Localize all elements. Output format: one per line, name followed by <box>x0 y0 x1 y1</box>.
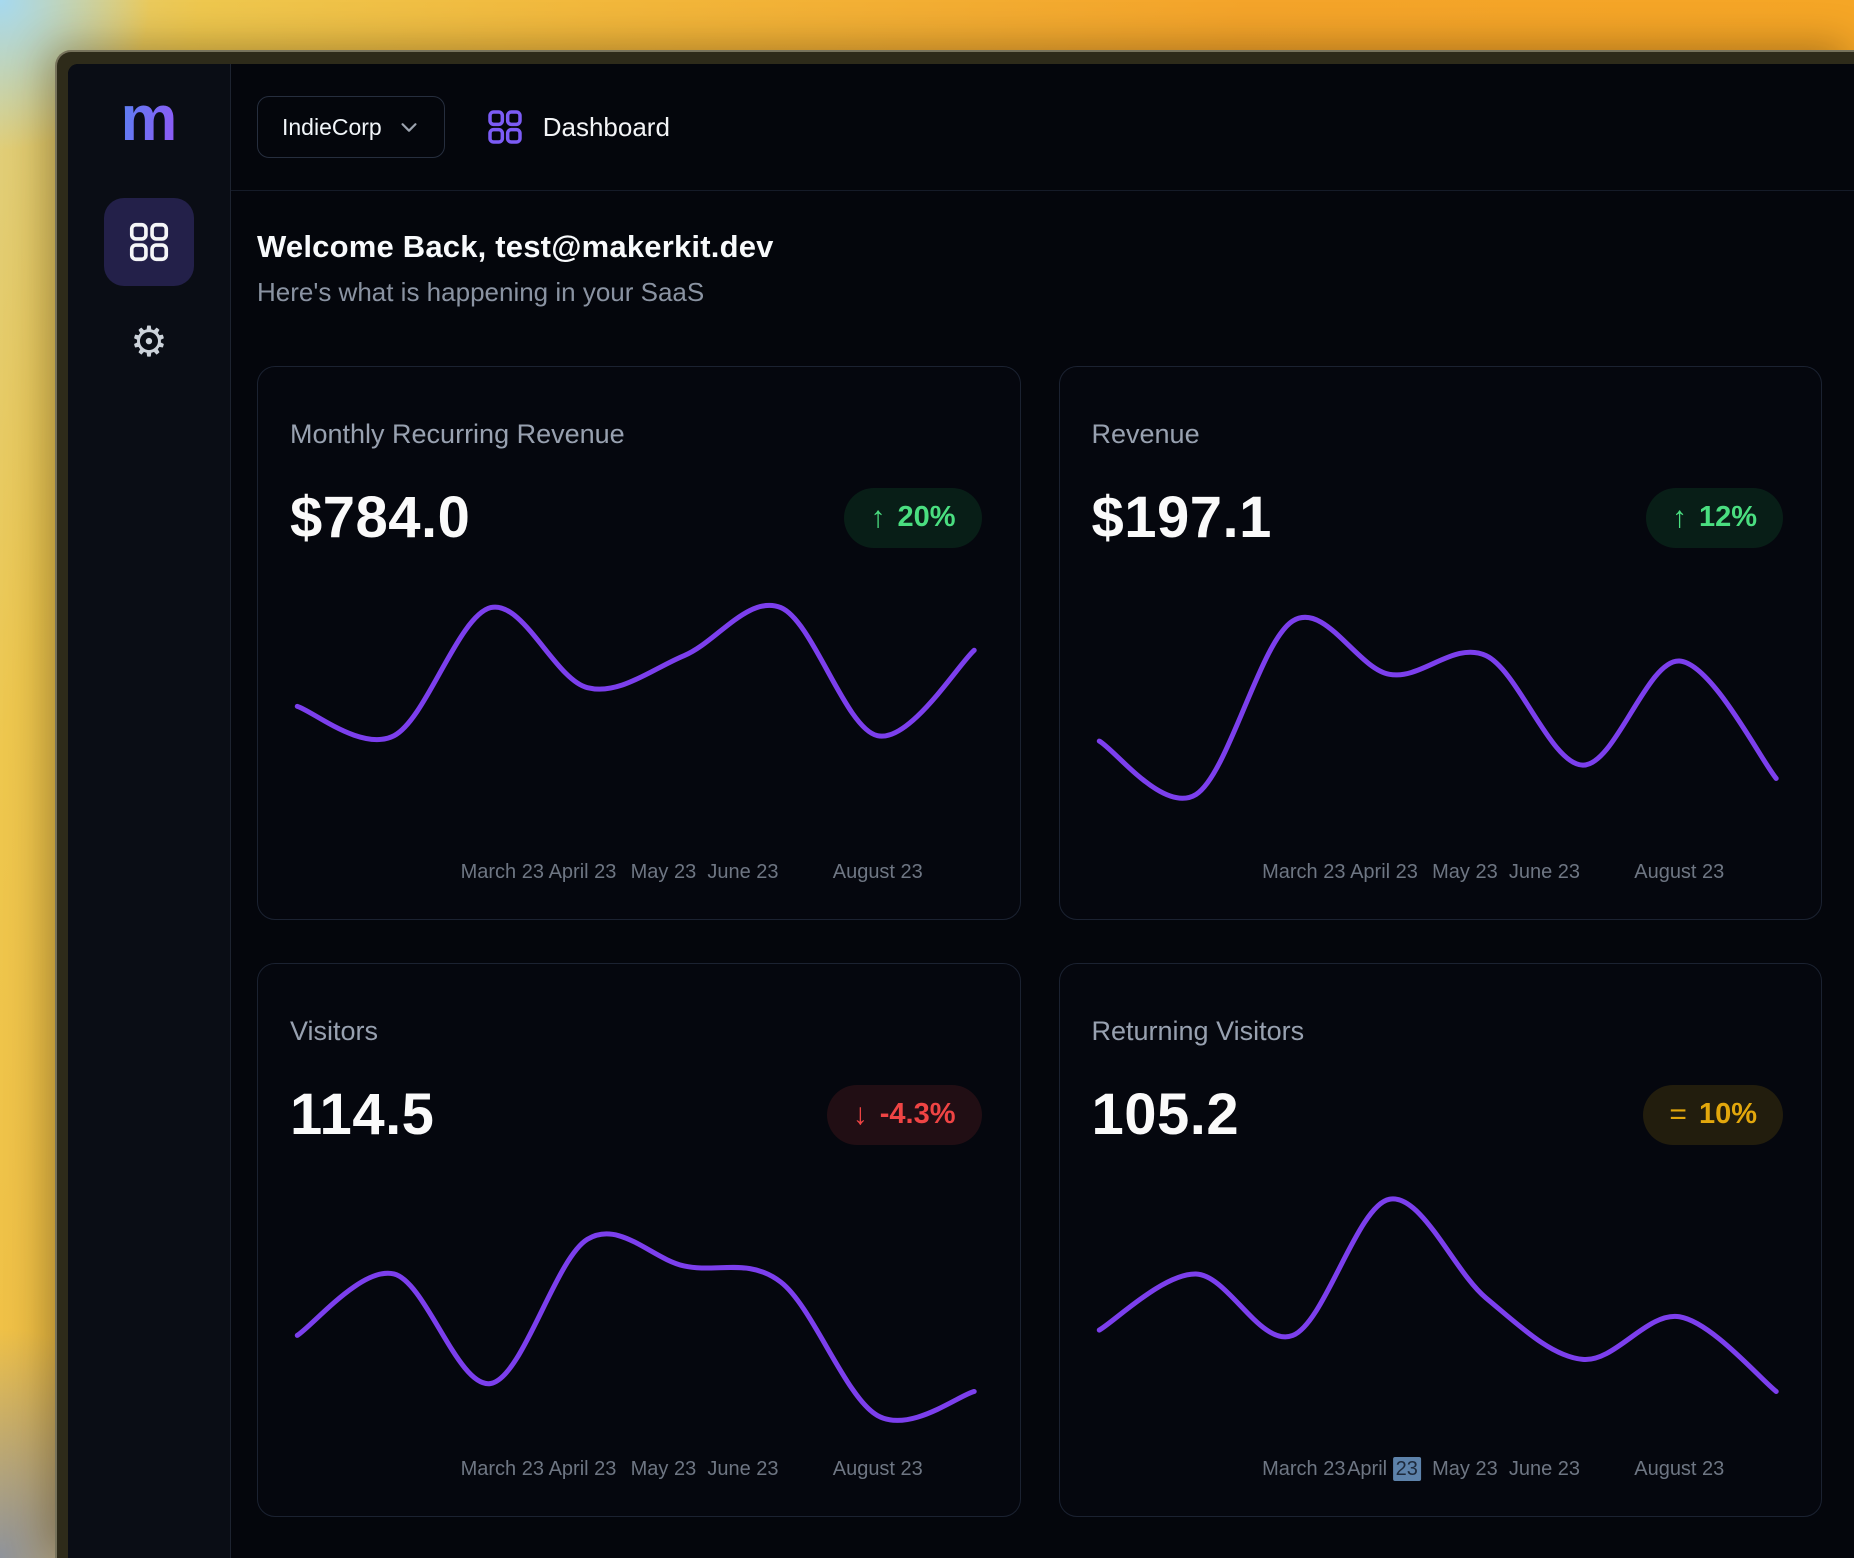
metric-card-mrr: Monthly Recurring Revenue $784.0 ↑ 20% M… <box>257 366 1021 920</box>
axis-tick-label: April 23 <box>1347 1458 1421 1481</box>
axis-tick-label: June 23 <box>707 1458 778 1481</box>
axis-tick-label: March 23 <box>1262 1458 1345 1481</box>
line-chart <box>290 1166 982 1452</box>
x-axis: March 23April 23 May 23 June 23 August 23 <box>1092 1458 1784 1488</box>
sidebar: m ⚙ <box>68 64 231 1558</box>
axis-tick-label: March 23 <box>461 861 544 884</box>
axis-tick-label: June 23 <box>707 861 778 884</box>
organization-selector[interactable]: IndieCorp <box>257 96 445 158</box>
trend-label: 20% <box>897 501 955 534</box>
welcome-subtitle: Here's what is happening in your SaaS <box>257 277 1822 308</box>
x-axis: March 23April 23 May 23 June 23 August 23 <box>290 861 982 891</box>
content: Welcome Back, test@makerkit.dev Here's w… <box>231 191 1854 1558</box>
metric-title: Monthly Recurring Revenue <box>290 419 982 450</box>
selected-text: 23 <box>1393 1457 1421 1481</box>
sidebar-item-dashboard[interactable] <box>104 198 194 286</box>
metric-value: 105.2 <box>1092 1081 1240 1148</box>
main-area: IndieCorp Dashboard Welcome Ba <box>231 64 1854 1558</box>
page-title: Dashboard <box>543 112 670 143</box>
trend-flat-icon: = <box>1669 1098 1687 1132</box>
chart-line <box>1099 617 1776 798</box>
axis-tick-label: May 23 <box>631 861 697 884</box>
trend-badge: = 10% <box>1643 1085 1783 1145</box>
metric-title: Returning Visitors <box>1092 1016 1784 1047</box>
sidebar-item-settings[interactable]: ⚙ <box>104 314 194 370</box>
welcome-heading: Welcome Back, test@makerkit.dev <box>257 229 1822 265</box>
metrics-grid: Monthly Recurring Revenue $784.0 ↑ 20% M… <box>257 366 1822 1517</box>
axis-tick-label: August 23 <box>1634 861 1724 884</box>
axis-tick-label: April 23 <box>1350 861 1418 884</box>
trend-badge: ↑ 20% <box>844 488 981 548</box>
axis-tick-label: August 23 <box>833 861 923 884</box>
axis-tick-label: March 23 <box>1262 861 1345 884</box>
metric-card-revenue: Revenue $197.1 ↑ 12% March 23April 23 May… <box>1059 366 1823 920</box>
axis-tick-label: May 23 <box>1432 1458 1498 1481</box>
metric-card-returning-visitors: Returning Visitors 105.2 = 10% March 23A… <box>1059 963 1823 1517</box>
trend-up-icon: ↑ <box>1672 501 1687 535</box>
metric-card-visitors: Visitors 114.5 ↓ -4.3% March 23April 23M… <box>257 963 1021 1517</box>
makerkit-logo: m <box>121 86 178 150</box>
dashboard-grid-icon <box>126 219 172 265</box>
axis-tick-label: August 23 <box>1634 1458 1724 1481</box>
chart-line <box>297 605 974 739</box>
trend-down-icon: ↓ <box>853 1098 868 1132</box>
dashboard-grid-icon <box>485 107 525 147</box>
trend-label: 10% <box>1699 1098 1757 1131</box>
axis-tick-label: May 23 <box>631 1458 697 1481</box>
trend-badge: ↓ -4.3% <box>827 1085 982 1145</box>
trend-up-icon: ↑ <box>870 501 885 535</box>
topbar: IndieCorp Dashboard <box>231 64 1854 191</box>
line-chart <box>1092 1166 1784 1452</box>
axis-tick-label: April 23 <box>549 861 617 884</box>
axis-tick-label: June 23 <box>1509 1458 1580 1481</box>
axis-tick-label: May 23 <box>1432 861 1498 884</box>
axis-tick-label: August 23 <box>833 1458 923 1481</box>
line-chart <box>290 569 982 855</box>
breadcrumb: Dashboard <box>485 107 670 147</box>
chart-line <box>1099 1199 1776 1392</box>
metric-value: 114.5 <box>290 1081 434 1148</box>
x-axis: March 23April 23 May 23 June 23 August 23 <box>1092 861 1784 891</box>
trend-label: 12% <box>1699 501 1757 534</box>
metric-value: $197.1 <box>1092 484 1272 551</box>
organization-name: IndieCorp <box>282 114 382 141</box>
trend-badge: ↑ 12% <box>1646 488 1783 548</box>
line-chart <box>1092 569 1784 855</box>
axis-tick-label: June 23 <box>1509 861 1580 884</box>
gear-icon: ⚙ <box>130 321 168 363</box>
axis-tick-label: March 23 <box>461 1458 544 1481</box>
axis-tick-label: April 23 <box>549 1458 617 1481</box>
metric-title: Revenue <box>1092 419 1784 450</box>
chart-line <box>297 1234 974 1421</box>
metric-value: $784.0 <box>290 484 470 551</box>
trend-label: -4.3% <box>880 1098 956 1131</box>
x-axis: March 23April 23 May 23 June 23 August 23 <box>290 1458 982 1488</box>
metric-title: Visitors <box>290 1016 982 1047</box>
app-window: m ⚙ IndieCorp <box>55 50 1854 1558</box>
chevron-down-icon <box>398 116 420 138</box>
app-root: m ⚙ IndieCorp <box>68 64 1854 1558</box>
